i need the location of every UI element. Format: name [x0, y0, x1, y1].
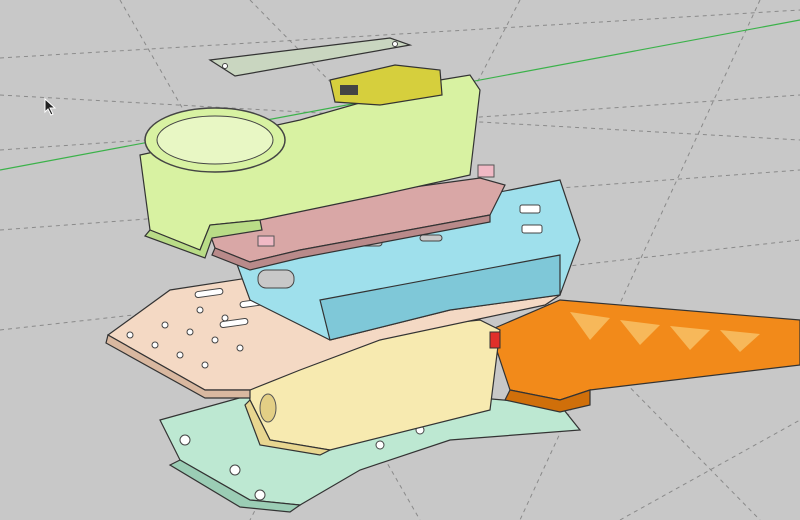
battery-round-holder-inner: [156, 115, 274, 165]
mounting-hole: [222, 63, 228, 69]
mounting-hole: [179, 434, 191, 446]
box-side-port: [259, 393, 277, 423]
mounting-hole: [236, 344, 244, 352]
arrow-cursor-icon: [44, 98, 57, 116]
mounting-hole: [211, 336, 219, 344]
mounting-hole: [186, 328, 194, 336]
mounting-hole: [254, 489, 266, 501]
mounting-hole: [201, 361, 209, 369]
mounting-hole: [229, 464, 241, 476]
mounting-hole: [392, 41, 398, 47]
bracket-window: [257, 269, 295, 289]
mounting-slot: [419, 234, 443, 242]
cad-model-scene[interactable]: [0, 0, 800, 520]
mounting-hole: [375, 440, 385, 450]
connector-red: [489, 331, 501, 349]
mounting-hole: [221, 314, 229, 322]
mounting-hole: [176, 351, 184, 359]
cad-viewport[interactable]: [0, 0, 800, 520]
mounting-hole: [126, 331, 134, 339]
mounting-hole: [151, 341, 159, 349]
mounting-slot: [519, 204, 541, 214]
mounting-hole: [196, 306, 204, 314]
pink-mount-tab-left: [257, 235, 275, 247]
pink-mount-tab-right: [477, 164, 495, 178]
mounting-hole: [161, 321, 169, 329]
mounting-slot: [521, 224, 543, 234]
